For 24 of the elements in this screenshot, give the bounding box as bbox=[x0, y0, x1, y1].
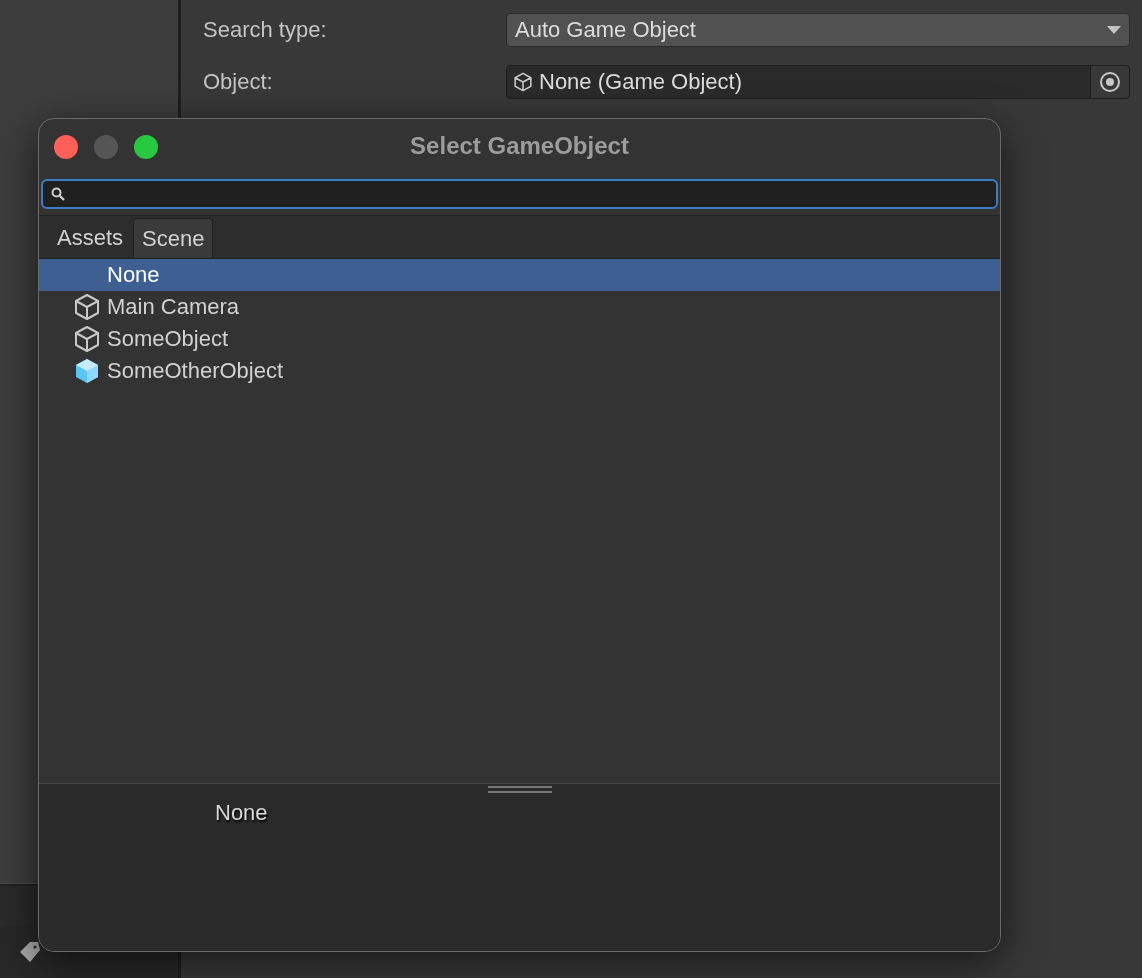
dropdown-arrow-icon bbox=[1107, 24, 1121, 35]
object-field[interactable]: None (Game Object) bbox=[506, 64, 1130, 99]
list-item[interactable]: None bbox=[39, 259, 1000, 291]
resize-handle[interactable] bbox=[488, 786, 552, 793]
dropdown[interactable]: Auto Game Object bbox=[506, 12, 1130, 47]
tab[interactable]: Scene bbox=[133, 218, 214, 258]
tab[interactable]: Assets bbox=[49, 218, 132, 258]
field-label: Object: bbox=[203, 68, 274, 95]
list-item[interactable]: Main Camera bbox=[39, 291, 1000, 323]
tag-icon[interactable] bbox=[18, 940, 42, 964]
cube-icon bbox=[73, 325, 101, 353]
search-field[interactable] bbox=[41, 179, 998, 209]
window-title: Select GameObject bbox=[409, 132, 630, 160]
search-icon bbox=[51, 187, 65, 201]
zoom-button[interactable] bbox=[134, 135, 158, 159]
field-label: Search type: bbox=[203, 16, 328, 43]
object-picker-icon[interactable] bbox=[1099, 70, 1121, 93]
cube-icon bbox=[73, 293, 101, 321]
list-item[interactable]: SomeObject bbox=[39, 323, 1000, 355]
list-item[interactable]: SomeOtherObject bbox=[39, 355, 1000, 387]
preview-label: None bbox=[215, 800, 268, 826]
prefab-cube-icon bbox=[73, 357, 101, 385]
cube-icon bbox=[513, 71, 533, 92]
close-button[interactable] bbox=[54, 135, 78, 159]
